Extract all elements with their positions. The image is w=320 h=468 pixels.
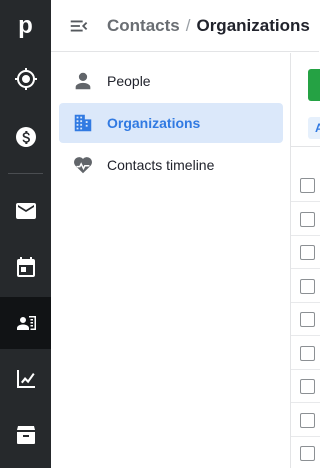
contacts-icon: [16, 316, 36, 330]
person-icon: [59, 70, 107, 92]
breadcrumb-separator: /: [185, 15, 191, 35]
table-row[interactable]: [291, 169, 320, 202]
calendar-icon: [16, 257, 35, 277]
pipedrive-logo[interactable]: p: [0, 0, 51, 52]
collapse-menu-button[interactable]: [51, 0, 107, 52]
rail-item-products[interactable]: [0, 409, 51, 461]
target-icon: [14, 68, 37, 90]
breadcrumb-contacts[interactable]: Contacts: [107, 16, 180, 36]
building-icon: [59, 112, 107, 134]
subnav-label-people: People: [107, 73, 151, 89]
heartbeat-icon: [59, 154, 107, 176]
menu-collapse-icon: [70, 20, 88, 31]
row-checkbox[interactable]: [300, 446, 315, 461]
subnav-label-contacts-timeline: Contacts timeline: [107, 157, 215, 173]
mail-icon: [15, 203, 36, 219]
page-title: Organizations: [196, 15, 310, 35]
subnav-item-contacts-timeline[interactable]: Contacts timeline: [59, 145, 283, 185]
add-organization-button[interactable]: [308, 69, 320, 101]
subnav-item-organizations[interactable]: Organizations: [59, 103, 283, 143]
row-checkbox[interactable]: [300, 312, 315, 327]
table-row[interactable]: [291, 370, 320, 403]
rail-item-mail[interactable]: [0, 185, 51, 237]
rail-item-deals[interactable]: [0, 111, 51, 163]
rail-item-activities[interactable]: [0, 241, 51, 293]
table-row[interactable]: [291, 404, 320, 437]
organizations-list-pane: A: [290, 53, 320, 468]
table-row[interactable]: [291, 236, 320, 269]
rail-item-contacts[interactable]: [0, 297, 51, 349]
dollar-icon: [15, 127, 36, 147]
box-icon: [16, 426, 35, 444]
subnav-label-organizations: Organizations: [107, 115, 201, 131]
row-checkbox[interactable]: [300, 412, 315, 428]
chart-icon: [16, 370, 35, 388]
filter-chip[interactable]: A: [308, 117, 320, 139]
table-row[interactable]: [291, 337, 320, 370]
rail-item-leads[interactable]: [0, 53, 51, 105]
row-checkbox[interactable]: [300, 245, 315, 260]
table-row[interactable]: [291, 270, 320, 303]
table-row[interactable]: [291, 303, 320, 336]
row-checkbox[interactable]: [300, 379, 315, 394]
subnav-item-people[interactable]: People: [59, 61, 283, 101]
row-checkbox[interactable]: [300, 345, 315, 361]
row-checkbox[interactable]: [300, 211, 315, 227]
table-row[interactable]: [291, 203, 320, 236]
table-row[interactable]: [291, 437, 320, 468]
rail-divider: [8, 173, 43, 174]
row-checkbox[interactable]: [300, 278, 315, 294]
top-bar: Contacts / Organizations: [51, 0, 319, 52]
list-header-divider: [291, 146, 320, 147]
row-checkbox[interactable]: [300, 178, 315, 193]
app-rail: p: [0, 0, 51, 468]
contacts-subnav: People Organizations Contacts timeline: [51, 53, 290, 468]
rail-item-insights[interactable]: [0, 353, 51, 405]
